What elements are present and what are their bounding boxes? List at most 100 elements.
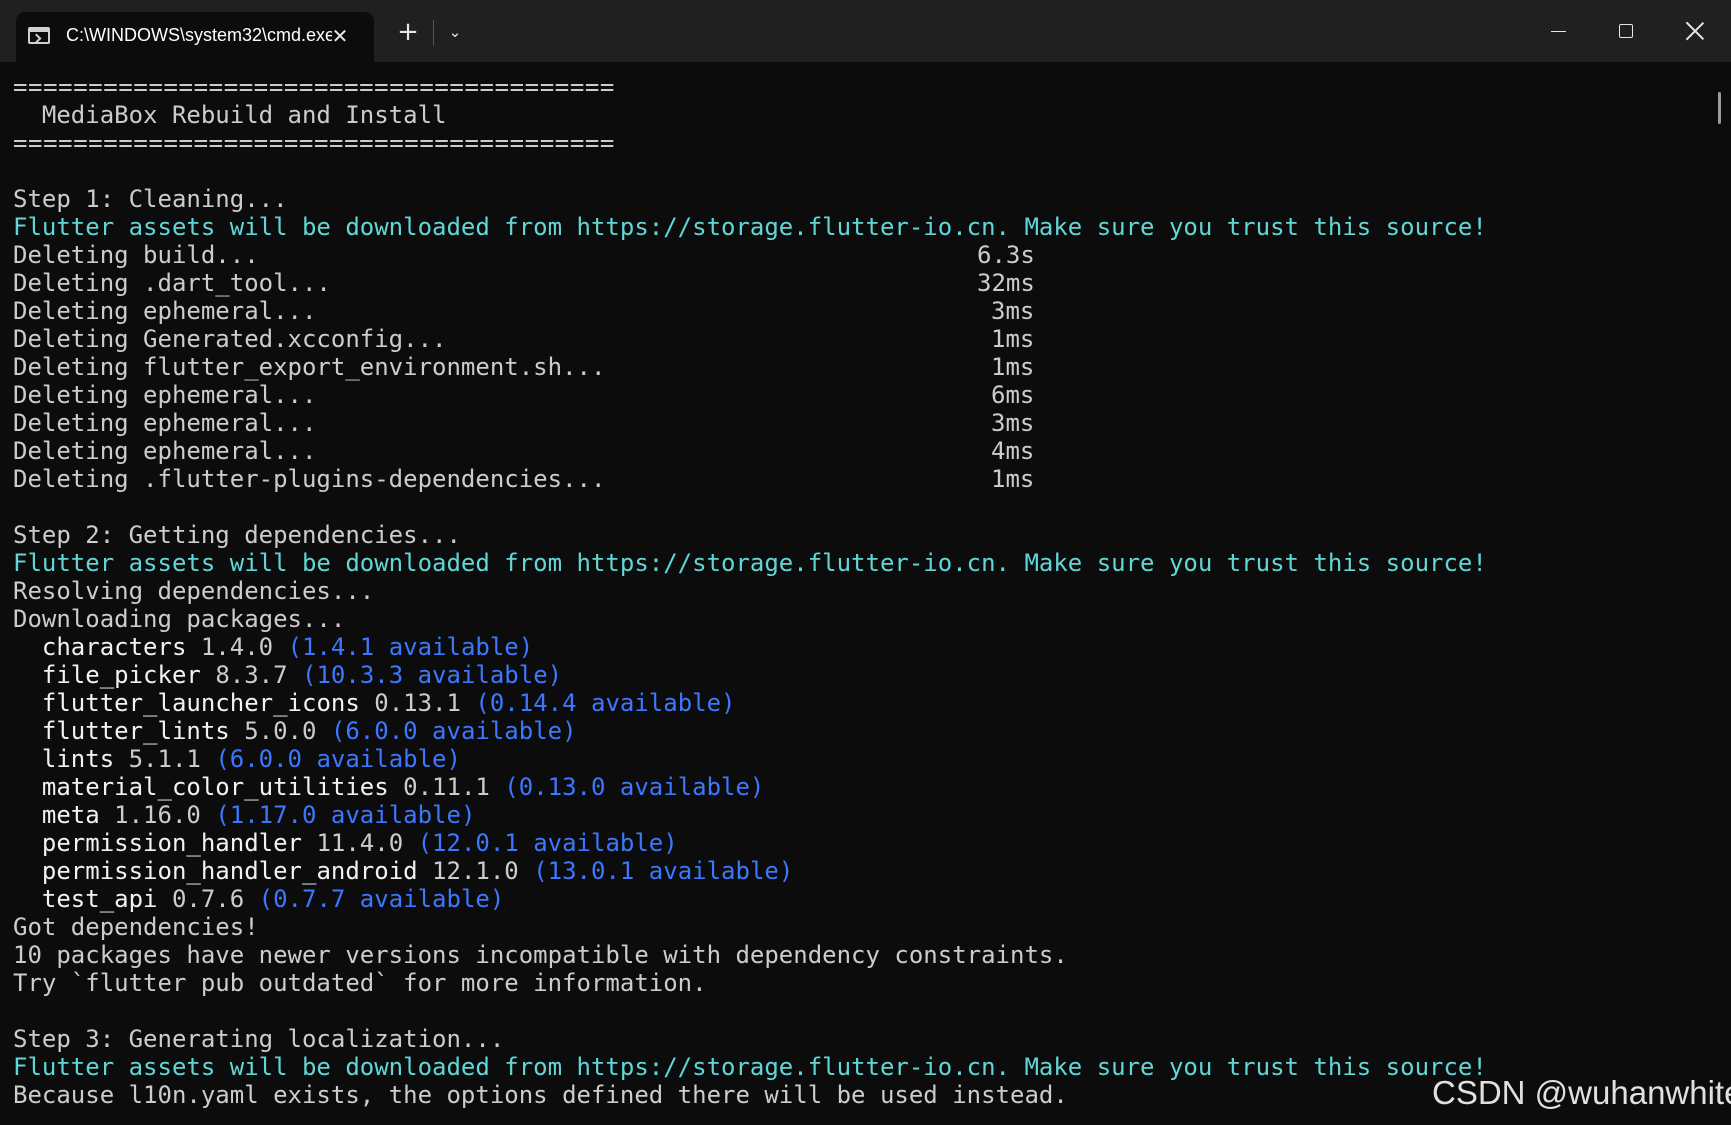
package-version: 0.11.1 [403,773,490,801]
package-version: 5.0.0 [244,717,317,745]
watermark: CSDN @wuhanwhite [1432,1074,1731,1111]
delete-label: Deleting .dart_tool... [13,269,331,297]
maximize-button[interactable] [1592,0,1660,62]
minimize-button[interactable] [1524,0,1592,62]
flutter-notice-line: Flutter assets will be downloaded from h… [13,213,1487,241]
terminal-output[interactable]: ========================================… [13,73,1703,1113]
delete-label: Deleting Generated.xcconfig... [13,325,447,353]
delete-label: Deleting ephemeral... [13,409,317,437]
package-line: lints 5.1.1 (6.0.0 available) [13,745,1703,773]
delete-time: 6ms [991,381,1035,409]
package-line: flutter_launcher_icons 0.13.1 (0.14.4 av… [13,689,1703,717]
package-name: permission_handler_android [41,857,418,885]
resolving-line: Resolving dependencies... [13,577,375,605]
package-line: test_api 0.7.6 (0.7.7 available) [13,885,1703,913]
package-version: 1.4.0 [200,633,274,661]
package-version: 8.3.7 [215,661,288,689]
package-available: (13.0.1 available) [533,857,794,885]
delete-line: Deleting flutter_export_environment.sh..… [13,353,1703,381]
package-name: meta [41,801,100,829]
package-available: (6.0.0 available) [215,745,461,773]
package-line: file_picker 8.3.7 (10.3.3 available) [13,661,1703,689]
got-dependencies-line: Got dependencies! [13,913,259,941]
package-available: (1.4.1 available) [287,633,534,661]
package-name: material_color_utilities [41,773,389,801]
delete-time: 1ms [991,353,1035,381]
package-version: 1.16.0 [114,801,201,829]
package-line: characters 1.4.0 (1.4.1 available) [13,633,1703,661]
tab-title: C:\WINDOWS\system32\cmd.exe [66,25,332,45]
outdated-hint-line: Try `flutter pub outdated` for more info… [13,969,707,997]
package-version: 5.1.1 [128,745,201,773]
step-3-title: Step 3: Generating localization... [13,1025,505,1053]
package-name: permission_handler [41,829,302,857]
delete-time: 1ms [991,465,1035,493]
step-1-title: Step 1: Cleaning... [13,185,288,213]
delete-time: 1ms [991,325,1035,353]
delete-time: 4ms [991,437,1035,465]
package-name: characters [41,633,187,661]
package-name: flutter_lints [41,717,230,745]
terminal-tab[interactable]: C:\WINDOWS\system32\cmd.exe ✕ [16,12,374,62]
package-version: 0.13.1 [374,689,461,717]
package-name: lints [41,745,115,773]
title-bar: C:\WINDOWS\system32\cmd.exe ✕ + ⌄ [0,0,1731,62]
delete-label: Deleting ephemeral... [13,381,317,409]
new-tab-button[interactable]: + [390,12,426,52]
maximize-icon [1619,24,1633,38]
package-line: meta 1.16.0 (1.17.0 available) [13,801,1703,829]
package-version: 12.1.0 [432,857,519,885]
delete-line: Deleting ephemeral... 4ms [13,437,1703,465]
scrollbar-thumb[interactable] [1718,92,1721,124]
close-window-button[interactable] [1660,0,1728,62]
heading-line: MediaBox Rebuild and Install [13,101,447,129]
minimize-icon [1551,31,1566,32]
delete-line: Deleting build... 6.3s [13,241,1703,269]
delete-line: Deleting .flutter-plugins-dependencies..… [13,465,1703,493]
package-available: (0.14.4 available) [475,689,736,717]
delete-time: 3ms [991,409,1035,437]
package-available: (12.0.1 available) [417,829,678,857]
downloading-line: Downloading packages... [13,605,346,633]
package-available: (1.17.0 available) [215,801,476,829]
delete-line: Deleting .dart_tool... 32ms [13,269,1703,297]
package-name: file_picker [41,661,201,689]
separator-line: ======================================== [13,73,615,101]
package-line: permission_handler 11.4.0 (12.0.1 availa… [13,829,1703,857]
package-version: 0.7.6 [171,885,245,913]
close-icon [1686,22,1704,40]
delete-line: Deleting Generated.xcconfig... 1ms [13,325,1703,353]
package-available: (10.3.3 available) [302,661,563,689]
package-available: (0.7.7 available) [258,885,505,913]
command-prompt-icon [28,27,50,44]
newer-versions-line: 10 packages have newer versions incompat… [13,941,1068,969]
delete-label: Deleting ephemeral... [13,437,317,465]
close-tab-icon[interactable]: ✕ [326,22,354,50]
delete-label: Deleting .flutter-plugins-dependencies..… [13,465,606,493]
delete-label: Deleting build... [13,241,259,269]
package-list: characters 1.4.0 (1.4.1 available) file_… [13,633,1703,913]
delete-label: Deleting ephemeral... [13,297,317,325]
separator-line: ======================================== [13,129,615,157]
chevron-down-icon[interactable]: ⌄ [440,12,470,52]
delete-time: 3ms [991,297,1035,325]
package-line: material_color_utilities 0.11.1 (0.13.0 … [13,773,1703,801]
delete-line: Deleting ephemeral... 3ms [13,409,1703,437]
package-available: (6.0.0 available) [330,717,577,745]
flutter-notice-line: Flutter assets will be downloaded from h… [13,549,1487,577]
delete-line: Deleting ephemeral... 3ms [13,297,1703,325]
package-available: (0.13.0 available) [504,773,765,801]
step-2-title: Step 2: Getting dependencies... [13,521,461,549]
delete-label: Deleting flutter_export_environment.sh..… [13,353,606,381]
delete-time: 32ms [977,269,1035,297]
tab-divider [433,20,434,46]
package-line: permission_handler_android 12.1.0 (13.0.… [13,857,1703,885]
package-name: flutter_launcher_icons [41,689,360,717]
delete-time: 6.3s [977,241,1035,269]
package-name: test_api [41,885,158,913]
delete-line: Deleting ephemeral... 6ms [13,381,1703,409]
package-version: 11.4.0 [316,829,404,857]
